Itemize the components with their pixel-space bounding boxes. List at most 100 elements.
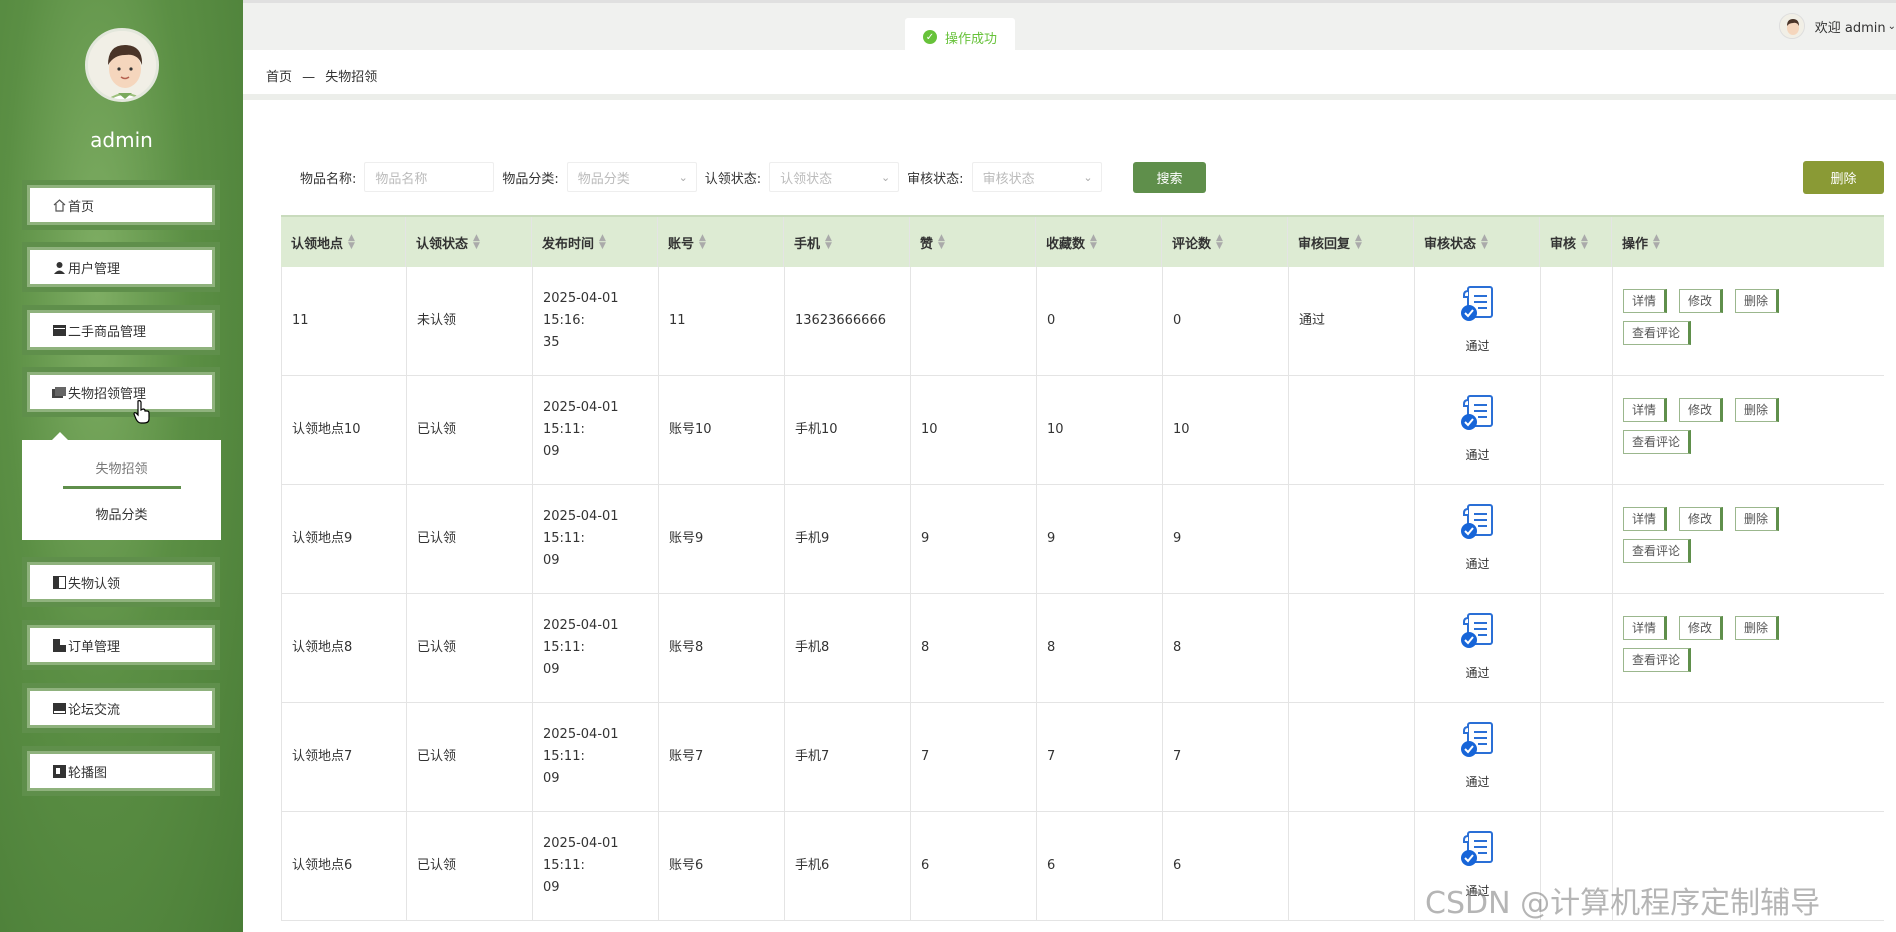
cell-likes: 7 [911,703,1037,811]
sidebar-item-goods[interactable]: 二手商品管理 [22,305,220,355]
claim-status-placeholder: 认领状态 [780,171,833,187]
audit-status-select[interactable]: 审核状态 ⌄ [971,162,1102,192]
sidebar-item-home[interactable]: 首页 [22,180,220,230]
table-row: 认领地点10 已认领 2025-04-01 15:11: 09 账号10 手机10… [281,376,1884,485]
cell-claim-status: 已认领 [407,376,533,484]
detail-button[interactable]: 详情 [1623,398,1668,422]
view-comments-button[interactable]: 查看评论 [1623,430,1692,454]
sort-icon: ▲ ▼ [1090,233,1097,251]
view-comments-button[interactable]: 查看评论 [1623,321,1692,345]
delete-button[interactable]: 删除 [1735,289,1780,313]
cell-actions: 详情 修改 删除 查看评论 [1613,485,1881,593]
edit-button[interactable]: 修改 [1679,616,1724,640]
cell-actions: 详情 修改 删除 查看评论 [1613,376,1881,484]
column-header[interactable]: 操作 ▲ ▼ [1612,217,1880,267]
cell-publish-time: 2025-04-01 15:16: 35 [533,267,659,375]
sidebar-item-label: 失物认领 [68,576,121,592]
audit-status-placeholder: 审核状态 [982,171,1035,187]
edit-button[interactable]: 修改 [1679,507,1724,531]
detail-button[interactable]: 详情 [1623,616,1668,640]
welcome-text: 欢迎 admin [1814,20,1886,36]
batch-delete-button[interactable]: 删除 [1803,161,1884,194]
sidebar-item-claim[interactable]: 失物认领 [22,557,220,607]
category-placeholder: 物品分类 [577,171,630,187]
cell-comments: 9 [1163,485,1289,593]
cell-favorites: 9 [1037,485,1163,593]
submenu-item-lost-found[interactable]: 失物招领 [22,458,221,477]
cell-place: 认领地点9 [282,485,407,593]
cell-actions: 详情 修改 删除 查看评论 [1613,267,1881,375]
column-header[interactable]: 手机 ▲ ▼ [784,217,910,267]
column-header[interactable]: 审核回复 ▲ ▼ [1288,217,1414,267]
lost-found-table: 认领地点 ▲ ▼ 认领状态 ▲ ▼ 发布时间 ▲ ▼ 账号 ▲ ▼ 手机 ▲ ▼ 赞 ▲ ▼ 收藏数 ▲ ▼… [281,215,1884,921]
delete-button[interactable]: 删除 [1735,616,1780,640]
search-button[interactable]: 搜索 [1133,162,1206,193]
view-comments-button[interactable]: 查看评论 [1623,648,1692,672]
cell-audit-reply [1289,594,1415,702]
edit-button[interactable]: 修改 [1679,289,1724,313]
cell-account: 账号10 [659,376,785,484]
toast-text: 操作成功 [944,31,997,47]
chevron-down-icon: ⌄ [1887,20,1896,32]
sidebar-item-orders[interactable]: 订单管理 [22,620,220,670]
column-header[interactable]: 评论数 ▲ ▼ [1162,217,1288,267]
table-header: 认领地点 ▲ ▼ 认领状态 ▲ ▼ 发布时间 ▲ ▼ 账号 ▲ ▼ 手机 ▲ ▼ 赞 ▲ ▼ 收藏数 ▲ ▼… [281,215,1884,267]
submenu-item-category[interactable]: 物品分类 [22,504,221,523]
column-header[interactable]: 收藏数 ▲ ▼ [1036,217,1162,267]
sort-icon: ▲ ▼ [599,233,606,251]
cell-likes [911,267,1037,375]
sort-icon: ▲ ▼ [699,233,706,251]
category-select[interactable]: 物品分类 ⌄ [566,162,697,192]
delete-button[interactable]: 删除 [1735,398,1780,422]
cell-favorites: 10 [1037,376,1163,484]
cell-audit [1541,485,1613,593]
cell-publish-time: 2025-04-01 15:11: 09 [533,485,659,593]
cell-audit-status: 通过 [1415,267,1541,375]
column-header[interactable]: 认领地点 ▲ ▼ [281,217,406,267]
breadcrumb-home[interactable]: 首页 [266,70,292,85]
delete-button[interactable]: 删除 [1735,507,1780,531]
column-header[interactable]: 账号 ▲ ▼ [658,217,784,267]
name-input[interactable]: 物品名称 [364,162,495,192]
watermark: CSDN @计算机程序定制辅导 [1425,886,1821,921]
cell-audit-reply [1289,812,1415,920]
cell-place: 认领地点7 [282,703,407,811]
audit-document-icon [1458,830,1498,876]
sidebar-item-users[interactable]: 用户管理 [22,242,220,292]
cell-likes: 9 [911,485,1037,593]
claim-icon [52,575,66,589]
cell-likes: 8 [911,594,1037,702]
welcome-area[interactable]: 欢迎 admin ⌄ [1778,13,1896,39]
claim-status-select[interactable]: 认领状态 ⌄ [769,162,900,192]
cell-phone: 13623666666 [785,267,911,375]
cell-claim-status: 未认领 [407,267,533,375]
edit-button[interactable]: 修改 [1679,398,1724,422]
carousel-icon [52,764,66,778]
avatar[interactable] [85,28,159,102]
cell-claim-status: 已认领 [407,812,533,920]
breadcrumb: 首页 — 失物招领 [266,66,383,85]
cell-account: 11 [659,267,785,375]
cell-favorites: 7 [1037,703,1163,811]
cell-audit [1541,703,1613,811]
column-header[interactable]: 审核状态 ▲ ▼ [1414,217,1540,267]
order-icon [52,638,66,652]
sidebar-item-forum[interactable]: 论坛交流 [22,683,220,733]
column-header[interactable]: 认领状态 ▲ ▼ [406,217,532,267]
sort-icon: ▲ ▼ [473,233,480,251]
cell-comments: 7 [1163,703,1289,811]
sort-icon: ▲ ▼ [938,233,945,251]
cell-audit-status: 通过 [1415,703,1541,811]
column-header[interactable]: 赞 ▲ ▼ [910,217,1036,267]
column-header[interactable]: 审核 ▲ ▼ [1540,217,1612,267]
sidebar-item-lost-found[interactable]: 失物招领管理 [22,367,220,417]
cell-place: 11 [282,267,407,375]
detail-button[interactable]: 详情 [1623,289,1668,313]
cell-audit [1541,594,1613,702]
column-header[interactable]: 发布时间 ▲ ▼ [532,217,658,267]
sort-icon: ▲ ▼ [1355,233,1362,251]
detail-button[interactable]: 详情 [1623,507,1668,531]
check-circle-icon: ✓ [922,30,937,44]
view-comments-button[interactable]: 查看评论 [1623,539,1692,563]
sidebar-item-carousel[interactable]: 轮播图 [22,746,220,796]
